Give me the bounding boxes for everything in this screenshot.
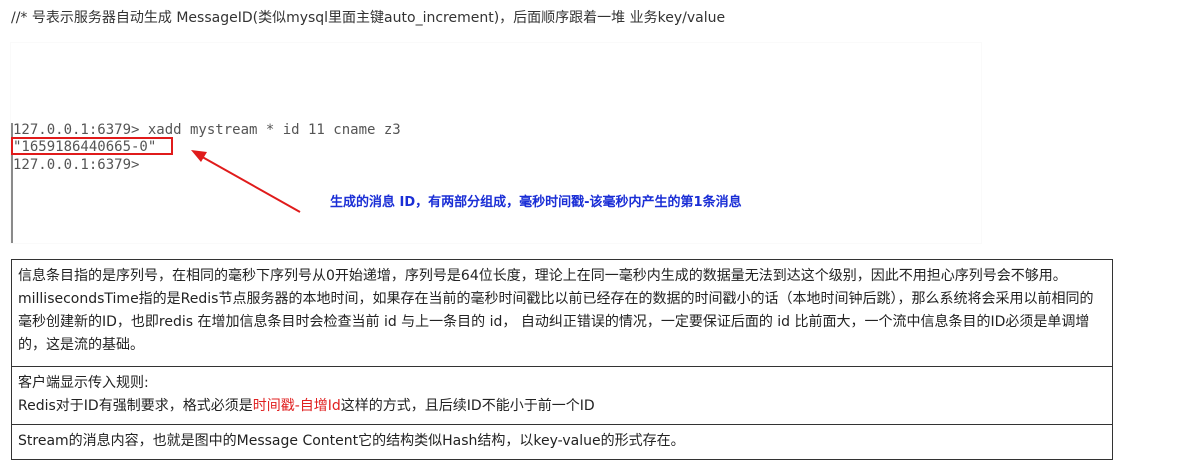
terminal-screenshot: 127.0.0.1:6379> xadd mystream * id 11 cn… — [11, 43, 981, 243]
notes-row-content: Stream的消息内容，也就是图中的Message Content它的结构类似H… — [11, 424, 1113, 460]
client-rules-body: Redis对于ID有强制要求，格式必须是时间戳-自增Id这样的方式，且后续ID不… — [18, 395, 1106, 418]
client-rules-text-post: 这样的方式，且后续ID不能小于前一个ID — [340, 398, 595, 414]
client-rules-title: 客户端显示传入规则: — [18, 375, 149, 391]
notes-row-client-rules: 客户端显示传入规则: Redis对于ID有强制要求，格式必须是时间戳-自增Id这… — [11, 366, 1113, 425]
notes-table: 信息条目指的是序列号，在相同的毫秒下序列号从0开始递增，序列号是64位长度，理论… — [11, 259, 1113, 460]
heading-comment: //* 号表示服务器自动生成 MessageID(类似mysql里面主键auto… — [11, 10, 726, 26]
client-rules-text-pre: Redis对于ID有强制要求，格式必须是 — [18, 398, 253, 414]
client-rules-text-highlight: 时间戳-自增Id — [252, 398, 341, 414]
notes-cell-client-rules: 客户端显示传入规则: Redis对于ID有强制要求，格式必须是时间戳-自增Id这… — [11, 366, 1113, 425]
annotation-arrow-icon — [191, 150, 301, 213]
notes-row-sequence: 信息条目指的是序列号，在相同的毫秒下序列号从0开始递增，序列号是64位长度，理论… — [11, 259, 1113, 367]
notes-cell-content: Stream的消息内容，也就是图中的Message Content它的结构类似H… — [11, 424, 1113, 460]
annotation-label: 生成的消息 ID，有两部分组成，毫秒时间戳-该毫秒内产生的第1条消息 — [330, 195, 742, 210]
notes-cell-sequence: 信息条目指的是序列号，在相同的毫秒下序列号从0开始递增，序列号是64位长度，理论… — [11, 259, 1113, 367]
